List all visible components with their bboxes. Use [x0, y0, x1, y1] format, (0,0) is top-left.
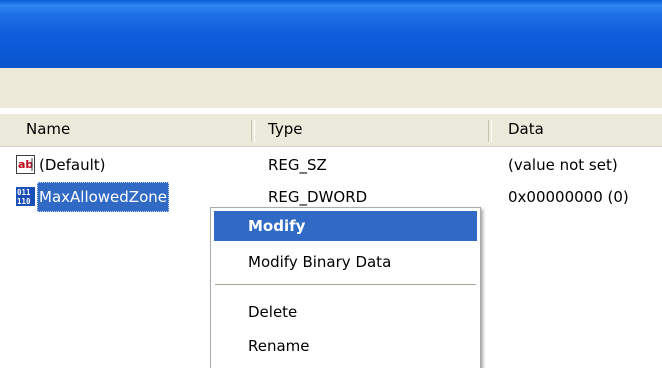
value-name: MaxAllowedZone: [37, 182, 169, 212]
value-row-default[interactable]: ab (Default) REG_SZ (value not set): [0, 149, 662, 181]
dword-value-icon: 011 110: [16, 187, 35, 206]
value-name: (Default): [39, 156, 106, 174]
menu-item-rename[interactable]: Rename: [214, 331, 477, 361]
column-header-name[interactable]: Name: [10, 114, 250, 146]
menu-item-modify[interactable]: Modify: [214, 211, 477, 241]
value-data: 0x00000000 (0): [508, 188, 629, 206]
value-data: (value not set): [508, 156, 618, 174]
string-value-icon: ab: [16, 155, 35, 174]
menu-item-delete[interactable]: Delete: [214, 297, 477, 327]
value-type: REG_SZ: [268, 156, 327, 174]
menu-bar: [0, 68, 662, 108]
svg-text:011: 011: [17, 188, 31, 197]
title-bar[interactable]: [0, 0, 662, 68]
registry-editor-window: Name Type Data ab (Default) REG_SZ (valu…: [0, 0, 662, 368]
column-header-type[interactable]: Type: [252, 114, 486, 146]
menu-item-modify-binary-data[interactable]: Modify Binary Data: [214, 247, 477, 277]
svg-text:ab: ab: [18, 158, 33, 171]
value-list-header: Name Type Data: [0, 114, 662, 147]
menu-separator: [215, 284, 476, 285]
column-header-data[interactable]: Data: [490, 114, 662, 146]
svg-text:110: 110: [17, 197, 31, 206]
context-menu: Modify Modify Binary Data Delete Rename: [210, 207, 481, 368]
